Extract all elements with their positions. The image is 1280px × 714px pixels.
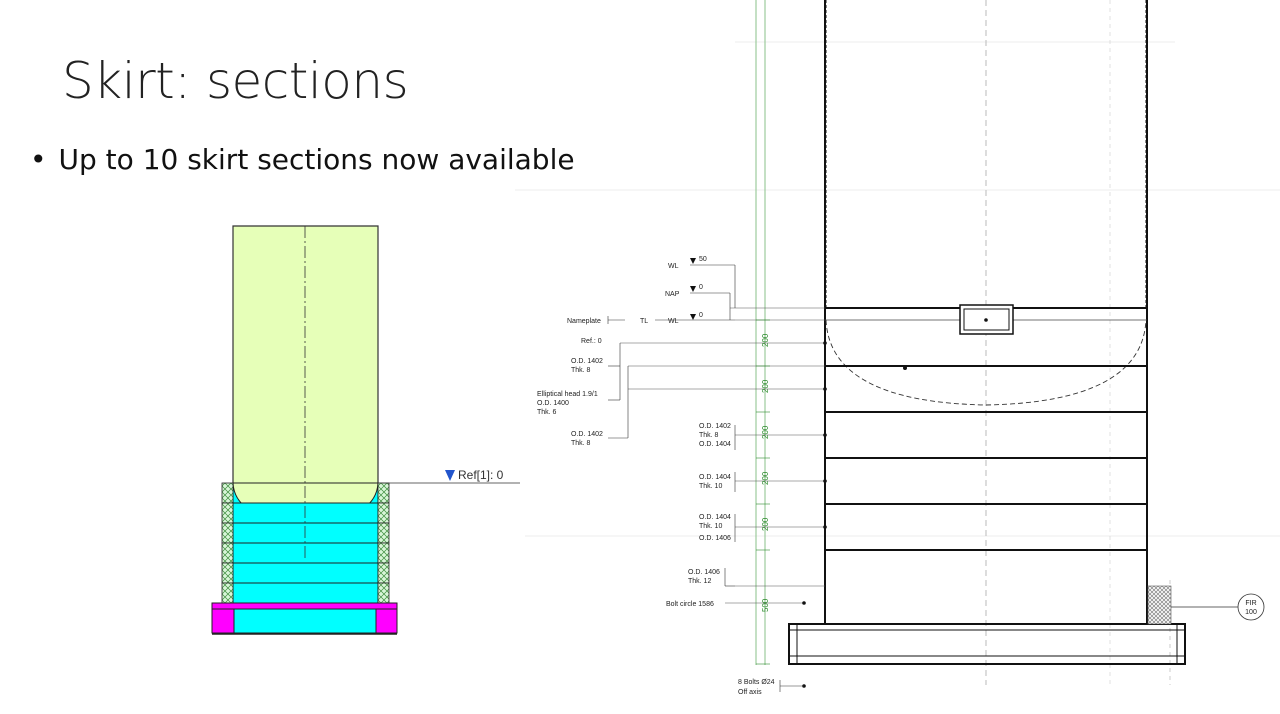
dim-5: 200 — [761, 517, 770, 531]
od-1402-b-line1: O.D. 1402 — [571, 431, 603, 438]
base-ring — [211, 602, 398, 635]
svg-text:0: 0 — [699, 312, 703, 319]
skirt-2-line2: Thk. 10 — [699, 483, 722, 490]
fir-value: 100 — [1245, 609, 1257, 616]
bolts-line2: Off axis — [738, 689, 762, 696]
skirt-4-line2: Thk. 12 — [688, 578, 711, 585]
svg-text:WL: WL — [668, 318, 679, 325]
dim-6: 500 — [761, 598, 770, 612]
drawing-canvas: Ref[1]: 0 FIR 100 200 200 200 200 200 50… — [211, 0, 1280, 696]
skirt-section-2 — [232, 502, 379, 524]
skirt-4-line1: O.D. 1406 — [688, 569, 720, 576]
fireproofing-hatch — [1147, 585, 1172, 625]
od-1402-b-line2: Thk. 8 — [571, 440, 591, 447]
insulation-right — [377, 482, 390, 604]
skirt-1-line2: Thk. 8 — [699, 432, 719, 439]
fireproofing-tag — [1237, 593, 1265, 621]
skirt-3-line1: O.D. 1404 — [699, 514, 731, 521]
ref-triangle-icon — [445, 470, 455, 481]
svg-text:WL: WL — [668, 263, 679, 270]
ref-annotation: Ref.: 0 — [581, 338, 602, 345]
ref-label: Ref[1]: 0 — [458, 468, 504, 482]
vessel-shell — [232, 225, 379, 523]
skirt-section-3 — [232, 522, 379, 544]
skirt-3-line3: O.D. 1406 — [699, 535, 731, 542]
fir-label: FIR — [1245, 600, 1256, 607]
bolt-circle-label: Bolt circle 1586 — [666, 601, 714, 608]
bolts-line1: 8 Bolts Ø24 — [738, 679, 775, 686]
skirt-section-5 — [232, 562, 379, 584]
od-1402-a-line2: Thk. 8 — [571, 367, 591, 374]
skirt-3-line2: Thk. 10 — [699, 523, 722, 530]
skirt-section-6 — [232, 582, 379, 604]
dim-4: 200 — [761, 471, 770, 485]
elliptical-head-line1: Elliptical head 1.9/1 — [537, 391, 598, 398]
svg-text:0: 0 — [699, 284, 703, 291]
level-marker-nap-0: NAP 0 — [665, 284, 731, 320]
od-1402-a-line1: O.D. 1402 — [571, 358, 603, 365]
elliptical-head-line2: O.D. 1400 — [537, 400, 569, 407]
dim-3: 200 — [761, 425, 770, 439]
dim-1: 200 — [761, 333, 770, 347]
tl-label: TL — [640, 318, 648, 325]
skirt-2-line1: O.D. 1404 — [699, 474, 731, 481]
elliptical-head-line3: Thk. 6 — [537, 409, 557, 416]
level-marker-wl-50: WL 50 — [668, 256, 736, 308]
dim-2: 200 — [761, 379, 770, 393]
right-vessel-drawing: FIR 100 200 200 200 200 200 500 WL 50 NA… — [515, 0, 1280, 696]
skirt-1-line1: O.D. 1402 — [699, 423, 731, 430]
svg-text:NAP: NAP — [665, 291, 680, 298]
skirt-section-4 — [232, 542, 379, 564]
level-marker-wl-0: WL 0 — [668, 312, 735, 325]
svg-text:50: 50 — [699, 256, 707, 263]
insulation-left — [221, 482, 234, 604]
skirt-1-line3: O.D. 1404 — [699, 441, 731, 448]
nameplate-label: Nameplate — [567, 318, 601, 325]
left-vessel-drawing: Ref[1]: 0 — [211, 225, 520, 635]
